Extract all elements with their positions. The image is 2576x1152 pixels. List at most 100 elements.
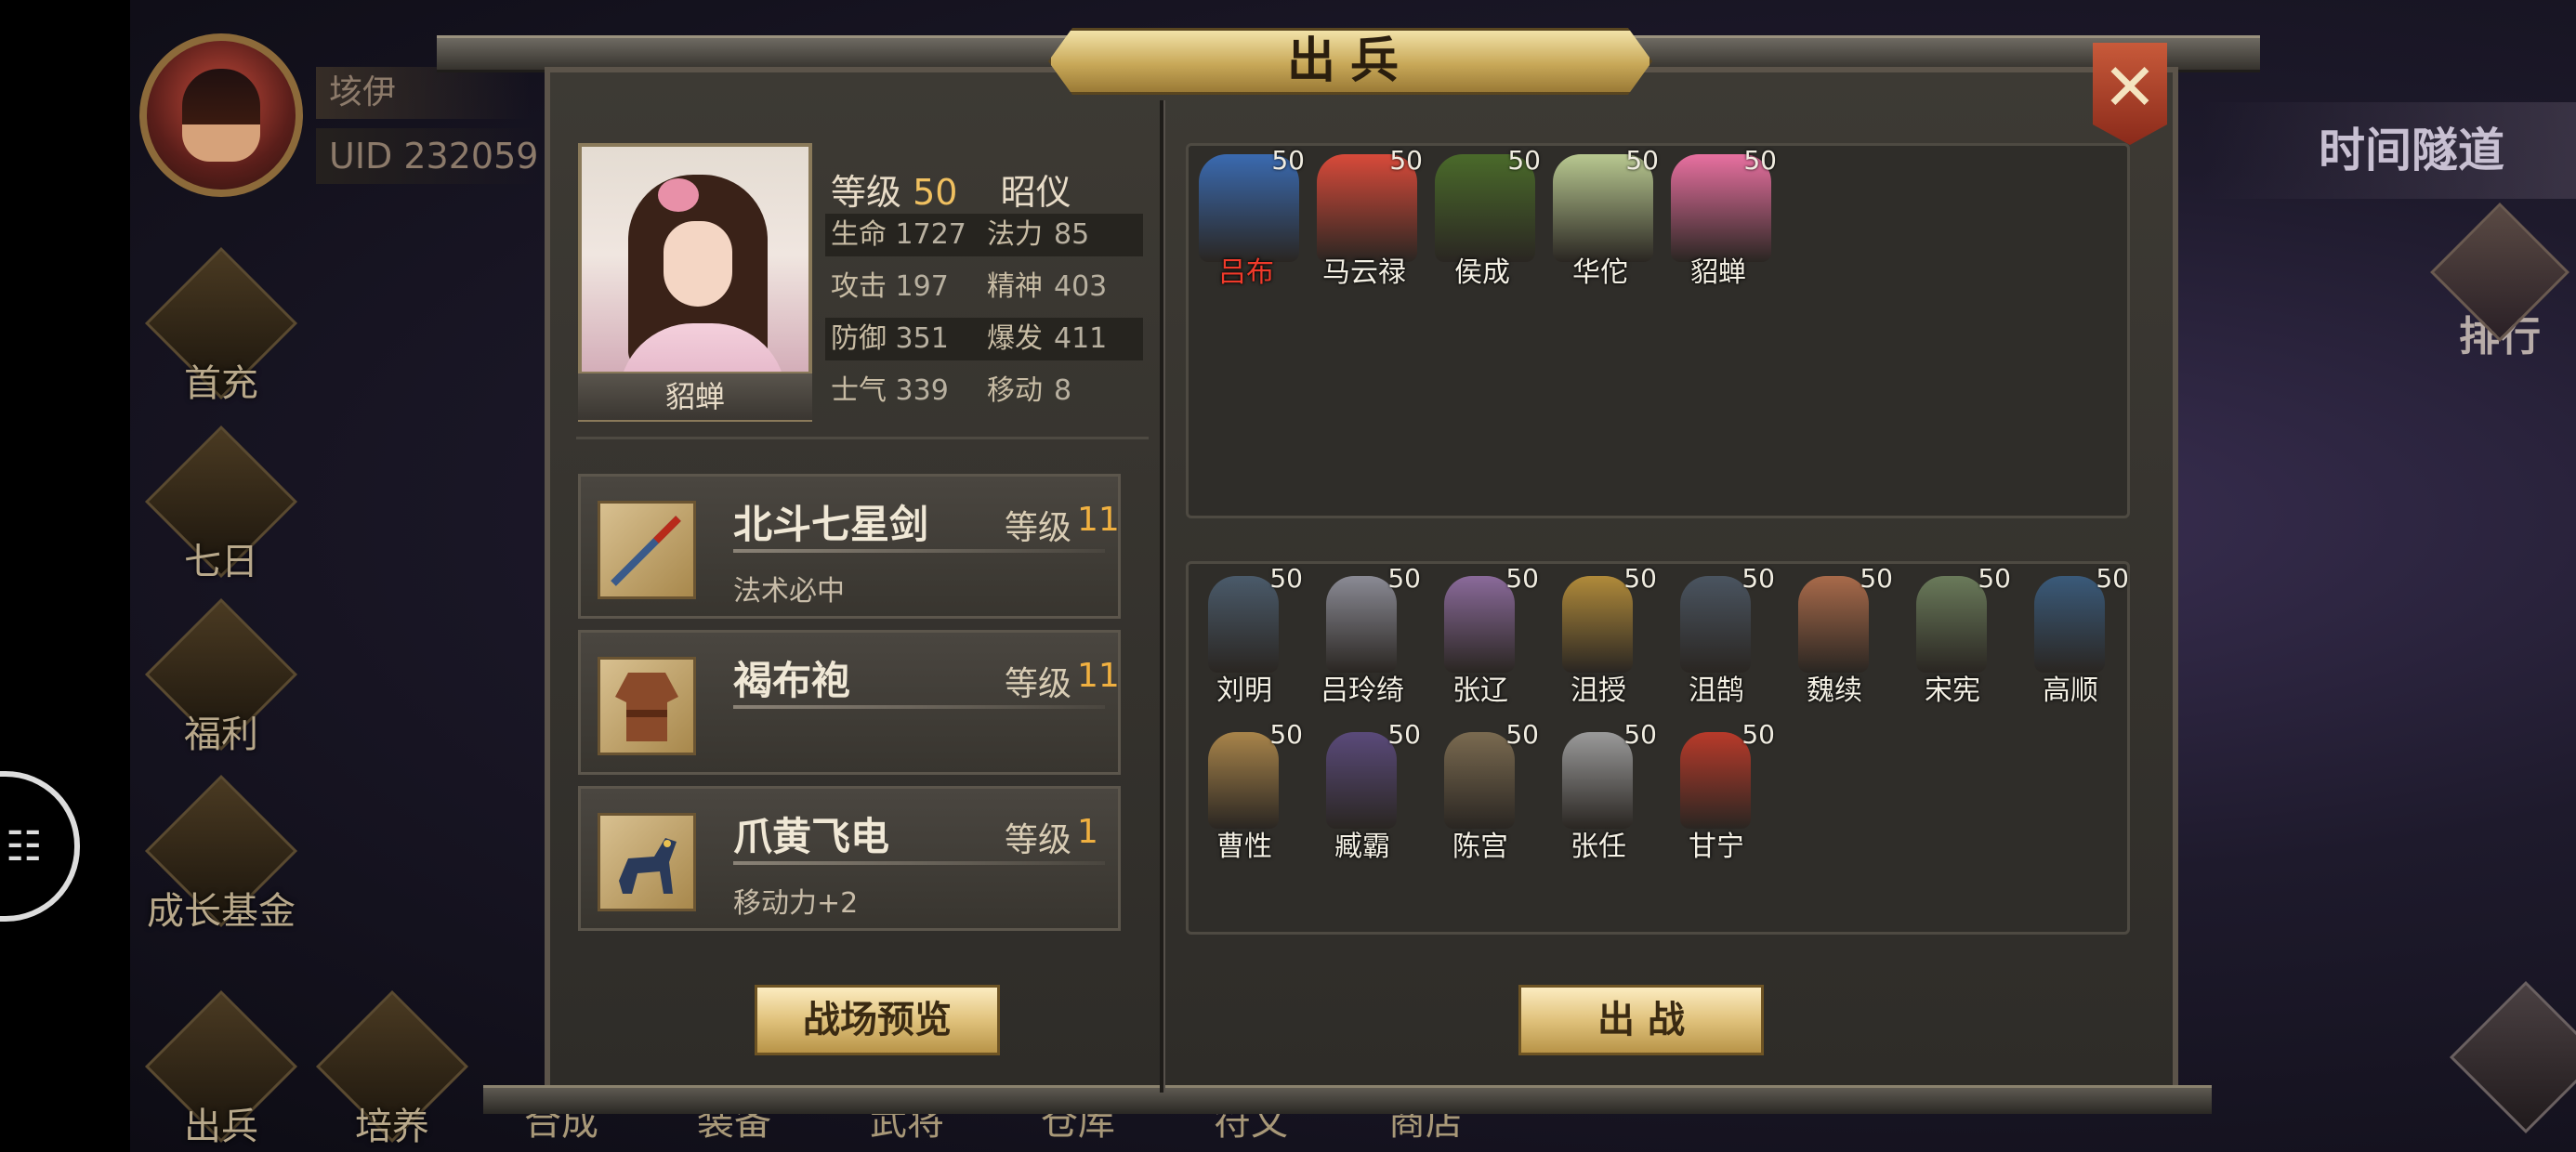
hero-level: 50	[913, 172, 958, 213]
unit-level: 50	[1271, 145, 1305, 176]
unit-name: 高顺	[2043, 674, 2098, 707]
unit-level: 50	[1978, 563, 2011, 594]
menu-seven-days[interactable]: 七日	[144, 425, 298, 585]
unit-level: 50	[1505, 563, 1539, 594]
unit-name: 沮授	[1571, 674, 1626, 707]
selected-unit[interactable]: 50 华佗	[1542, 145, 1659, 289]
unit-sprite	[1326, 576, 1397, 673]
unit-sprite	[1208, 576, 1279, 673]
unit-name: 华佗	[1572, 256, 1628, 289]
reserve-unit[interactable]: 50 张辽	[1422, 563, 1539, 707]
menu-growth-fund[interactable]: 成长基金	[144, 774, 298, 935]
unit-name: 甘宁	[1689, 831, 1744, 863]
equipment-name: 褐布袍	[733, 658, 851, 703]
unit-level: 50	[1741, 563, 1775, 594]
stat-row: 生命 1727 法力 85	[825, 214, 1143, 256]
ranking-button[interactable]: 排行	[2430, 203, 2569, 372]
selected-unit[interactable]: 50 吕布	[1188, 145, 1305, 289]
battlefield-preview-button[interactable]: 战场预览	[755, 985, 1000, 1055]
left-bar	[0, 0, 130, 1152]
dialog-divider	[1160, 100, 1165, 1093]
stat-row: 士气 339 移动 8	[831, 374, 1072, 407]
equipment-level-label: 等级	[1005, 665, 1072, 703]
reserve-unit[interactable]: 50 陈宫	[1422, 719, 1539, 863]
level-label: 等级	[831, 172, 902, 213]
unit-name: 魏续	[1807, 674, 1862, 707]
menu-welfare[interactable]: 福利	[144, 597, 298, 758]
tab-train[interactable]: 培养	[315, 989, 469, 1150]
equipment-name: 北斗七星剑	[733, 502, 929, 547]
unit-sprite	[1680, 576, 1751, 673]
equipment-level: 11	[1077, 501, 1120, 539]
dialog-title: 出兵	[1286, 33, 1413, 89]
robe-icon	[598, 657, 696, 755]
equipment-desc: 法术必中	[733, 575, 845, 608]
unit-sprite	[1444, 576, 1515, 673]
unit-name: 沮鹄	[1689, 674, 1744, 707]
selected-unit[interactable]: 50 马云禄	[1306, 145, 1423, 289]
player-uid: UID 2320593	[316, 128, 539, 184]
unit-sprite	[1208, 732, 1279, 829]
menu-first-recharge[interactable]: 首充	[144, 246, 298, 407]
unit-sprite	[1562, 576, 1633, 673]
tab-label: 培养	[355, 1106, 429, 1148]
unit-level: 50	[1389, 145, 1423, 176]
equipment-level-label: 等级	[1005, 509, 1072, 547]
unit-level: 50	[1625, 145, 1659, 176]
unit-name: 张辽	[1452, 674, 1508, 707]
unit-name: 马云禄	[1322, 256, 1406, 289]
reserve-unit[interactable]: 50 刘明	[1186, 563, 1303, 707]
unit-level: 50	[1860, 563, 1893, 594]
equipment-slot-mount[interactable]: 爪黄飞电 等级 1 移动力+2	[578, 786, 1121, 931]
equipment-name: 爪黄飞电	[733, 814, 890, 859]
reserve-unit[interactable]: 50 吕玲绮	[1304, 563, 1421, 707]
unit-name: 宋宪	[1925, 674, 1980, 707]
reserve-unit[interactable]: 50 沮鹄	[1658, 563, 1775, 707]
hero-name: 貂蝉	[578, 372, 812, 420]
equipment-level: 1	[1077, 813, 1098, 851]
unit-sprite	[1916, 576, 1987, 673]
unit-name: 吕布	[1218, 256, 1274, 289]
player-avatar[interactable]	[139, 33, 303, 197]
unit-name: 曹性	[1216, 831, 1272, 863]
tab-deploy[interactable]: 出兵	[144, 989, 298, 1150]
reserve-unit[interactable]: 50 魏续	[1776, 563, 1893, 707]
stat-row: 防御 351 爆发 411	[825, 318, 1143, 360]
selected-unit[interactable]: 50 侯成	[1424, 145, 1541, 289]
equipment-slot-weapon[interactable]: 北斗七星剑 等级 11 法术必中	[578, 474, 1121, 619]
equipment-desc: 移动力+2	[733, 887, 859, 920]
close-icon: ✕	[2102, 49, 2158, 125]
dialog-title-plate: 出兵	[1048, 28, 1652, 95]
unit-name: 张任	[1571, 831, 1626, 863]
unit-name: 吕玲绮	[1321, 674, 1404, 707]
unit-level: 50	[1269, 719, 1303, 750]
reserve-unit[interactable]: 50 宋宪	[1894, 563, 2011, 707]
reserve-unit[interactable]: 50 高顺	[2012, 563, 2129, 707]
menu-label: 福利	[184, 713, 258, 756]
unit-name: 臧霸	[1334, 831, 1390, 863]
unit-level: 50	[1387, 563, 1421, 594]
selected-unit[interactable]: 50 貂蝉	[1660, 145, 1777, 289]
close-button[interactable]: ✕	[2093, 43, 2167, 145]
reserve-unit[interactable]: 50 沮授	[1540, 563, 1657, 707]
hero-rank: 昭仪	[1000, 172, 1071, 213]
unit-sprite	[2034, 576, 2105, 673]
time-tunnel-button[interactable]: 时间隧道	[2202, 102, 2576, 199]
start-battle-button[interactable]: 出 战	[1518, 985, 1764, 1055]
reserve-unit[interactable]: 50 甘宁	[1658, 719, 1775, 863]
dialog-frame-bottom	[483, 1085, 2212, 1114]
unit-level: 50	[1623, 563, 1657, 594]
unit-level: 50	[1269, 563, 1303, 594]
unit-name: 陈宫	[1452, 831, 1508, 863]
equipment-level: 11	[1077, 657, 1120, 695]
sword-icon	[598, 501, 696, 599]
tab-label: 出兵	[184, 1106, 258, 1148]
unit-level: 50	[1507, 145, 1541, 176]
unit-sprite	[1444, 732, 1515, 829]
equipment-slot-armor[interactable]: 褐布袍 等级 11	[578, 630, 1121, 775]
reserve-unit[interactable]: 50 张任	[1540, 719, 1657, 863]
reserve-unit[interactable]: 50 曹性	[1186, 719, 1303, 863]
unit-level: 50	[1623, 719, 1657, 750]
unit-level: 50	[2096, 563, 2129, 594]
reserve-unit[interactable]: 50 臧霸	[1304, 719, 1421, 863]
